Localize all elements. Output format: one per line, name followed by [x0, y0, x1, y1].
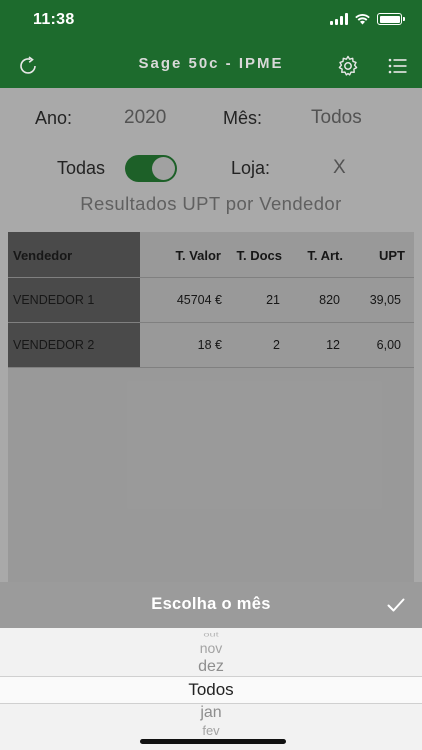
picker-item[interactable]: dez [0, 658, 422, 676]
gear-icon[interactable] [336, 54, 360, 78]
picker-title: Escolha o mês [151, 595, 271, 613]
status-icons [330, 13, 405, 25]
modal-dim-overlay[interactable] [0, 88, 422, 582]
checkmark-icon[interactable] [386, 595, 406, 615]
picker-item[interactable]: jan [0, 704, 422, 722]
app-screen: 11:38 Sage 50c - IPME Ano: 2020 Mês: Tod… [0, 0, 422, 750]
picker-item[interactable]: out [0, 632, 422, 639]
battery-icon [377, 13, 405, 25]
status-bar: 11:38 [0, 0, 422, 44]
picker-toolbar: Escolha o mês [0, 582, 422, 628]
status-time: 11:38 [33, 11, 75, 28]
picker-item-selected[interactable]: Todos [0, 680, 422, 700]
wifi-icon [355, 14, 370, 25]
home-indicator [140, 739, 286, 744]
picker-item[interactable]: fev [0, 723, 422, 738]
cellular-signal-icon [330, 13, 348, 25]
list-menu-icon[interactable] [386, 54, 410, 78]
picker-item[interactable]: nov [0, 640, 422, 656]
app-header: Sage 50c - IPME [0, 44, 422, 88]
month-picker-wheel[interactable]: out nov dez Todos jan fev [0, 628, 422, 750]
